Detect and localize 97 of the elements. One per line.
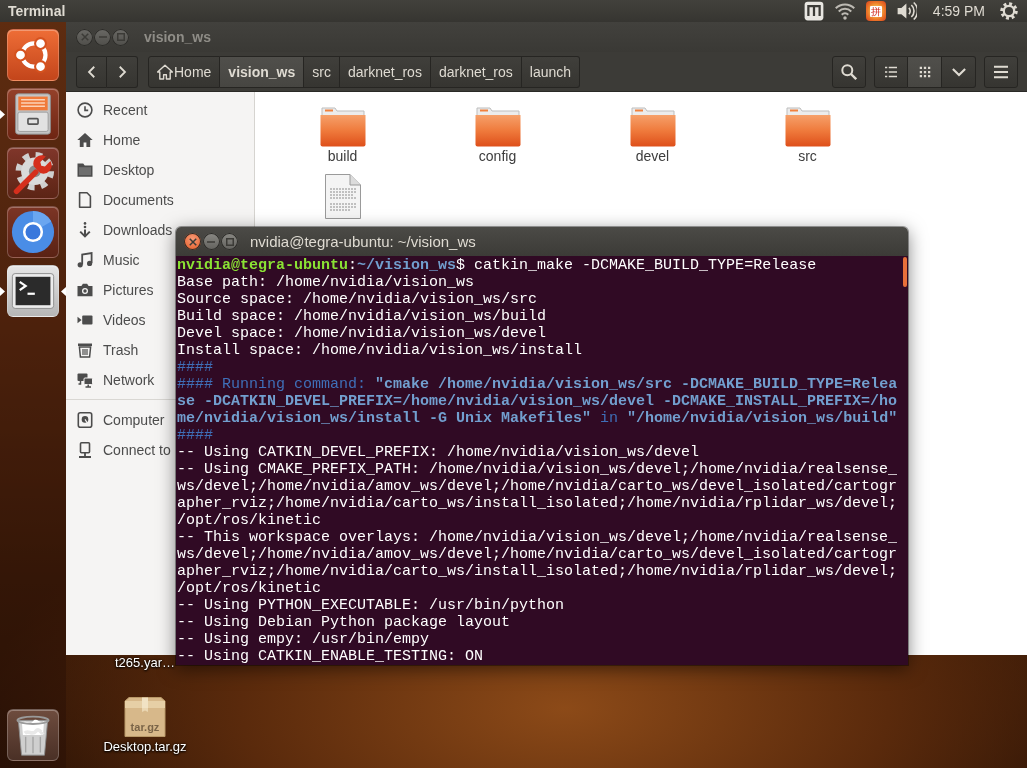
clock-icon <box>77 102 93 118</box>
sidebar-item[interactable]: Trash <box>66 335 141 365</box>
search-icon <box>841 63 857 80</box>
clock[interactable]: 4:59 PM <box>932 3 985 19</box>
terminal-line: -- Using empy: /usr/bin/empy <box>177 631 431 648</box>
terminal-line: Install space: /home/nvidia/vision_ws/install <box>177 342 584 359</box>
terminal-line: -- This workspace overlays: /home/nvidia/vision_ws/devel;/home/nvidia/realsense_ws/devel;/home/nvidia/amov_ws/devel;/home/nvidia/carto_ws/devel_isolated/cartographer_rviz;/home/nvidia/carto_ws/install_isolated;/home/nvidia/rplidar_ws/devel;/opt/ros/kinetic <box>177 529 898 597</box>
view-button[interactable] <box>908 55 942 88</box>
launcher-item[interactable] <box>7 206 59 258</box>
file-item[interactable]: config <box>470 107 525 165</box>
minimize-icon <box>98 33 107 41</box>
folder-icon <box>784 107 831 147</box>
close-icon <box>80 33 89 41</box>
close-button[interactable] <box>184 233 201 250</box>
document-icon <box>77 192 93 208</box>
desktop-icon-label[interactable]: Desktop.tar.gz <box>103 740 187 753</box>
terminal-line: -- Using Debian Python package layout <box>177 614 512 631</box>
archive-type-label: tar.gz <box>130 721 160 733</box>
sidebar-item[interactable]: Home <box>66 125 143 155</box>
view-options-button[interactable] <box>942 55 976 88</box>
menu-button[interactable] <box>984 55 1018 88</box>
path-button[interactable]: darknet_ros <box>339 55 431 88</box>
file-item[interactable]: build <box>315 107 370 165</box>
path-button[interactable]: Home <box>148 55 221 88</box>
forward-button[interactable] <box>107 55 138 88</box>
menu-icon <box>994 64 1008 79</box>
close-icon <box>188 237 197 246</box>
folder-icon <box>319 107 366 147</box>
terminal-line: -- Using CATKIN_DEVEL_PREFIX: /home/nvidia/vision_ws/devel <box>177 444 701 461</box>
file-item[interactable]: src <box>780 107 835 165</box>
window-title: nvidia@tegra-ubuntu: ~/vision_ws <box>250 233 476 250</box>
chevron-right-icon <box>116 65 128 78</box>
grid-icon <box>918 65 931 78</box>
terminal-line: #### <box>177 359 214 376</box>
terminal-line: Build space: /home/nvidia/vision_ws/build <box>177 308 548 325</box>
file-item[interactable]: devel <box>625 107 680 165</box>
terminal-line: -- Using CATKIN_ENABLE_TESTING: ON <box>177 648 485 665</box>
desktop-icon-label[interactable]: t265.yar… <box>115 656 175 669</box>
path-button[interactable]: src <box>304 55 340 88</box>
text-document-icon <box>324 174 361 219</box>
path-button[interactable]: vision_ws <box>220 55 305 88</box>
download-icon <box>77 222 93 238</box>
maximize-icon <box>225 237 234 246</box>
network-icon <box>77 372 93 388</box>
launcher-item[interactable] <box>7 88 59 140</box>
bars-box-icon[interactable] <box>803 1 824 21</box>
wifi-icon[interactable] <box>834 1 855 21</box>
home-icon <box>157 63 173 80</box>
back-button[interactable] <box>76 55 107 88</box>
input-method-indicator[interactable]: 拼 <box>865 1 886 21</box>
terminal-line: -- Using CMAKE_PREFIX_PATH: /home/nvidia/vision_ws/devel;/home/nvidia/realsense_ws/devel;/home/nvidia/amov_ws/devel;/home/nvidia/carto_ws/devel_isolated/cartographer_rviz;/home/nvidia/carto_ws/install_isolated;/home/nvidia/rplidar_ws/devel;/opt/ros/kinetic <box>177 461 898 529</box>
folder-icon <box>77 162 93 178</box>
sidebar-item[interactable]: Documents <box>66 185 176 215</box>
circle-logo-icon <box>11 210 55 254</box>
sidebar-item[interactable]: Desktop <box>66 155 157 185</box>
sidebar-item[interactable]: Recent <box>66 95 150 125</box>
sidebar-item[interactable]: Videos <box>66 305 148 335</box>
terminal-line: nvidia@tegra-ubuntu:~/vision_ws$ catkin_make -DCMAKE_BUILD_TYPE=Release <box>177 257 818 274</box>
sidebar-item[interactable]: Network <box>66 365 157 395</box>
sidebar-item[interactable]: Pictures <box>66 275 156 305</box>
window-title: vision_ws <box>144 29 211 45</box>
sidebar-item[interactable]: Computer <box>66 405 167 435</box>
home-icon <box>77 132 93 148</box>
drive-icon <box>77 412 93 428</box>
launcher-item[interactable] <box>7 265 59 317</box>
camera-icon <box>77 282 93 298</box>
path-button[interactable]: darknet_ros <box>430 55 522 88</box>
terminal-line: #### Running command: "cmake /home/nvidia/vision_ws/src -DCMAKE_BUILD_TYPE=Release -DCATKIN_DEVEL_PREFIX=/home/nvidia/vision_ws/devel -DCMAKE_INSTALL_PREFIX=/home/nvidia/vision_ws/install -G Unix Makefiles" in "/home/nvidia/vision_ws/build" <box>177 376 898 427</box>
search-button[interactable] <box>832 55 866 88</box>
folder-icon <box>629 107 676 147</box>
maximize-button[interactable] <box>221 233 238 250</box>
view-button[interactable] <box>874 55 908 88</box>
trash-icon <box>77 342 93 358</box>
monitor-icon <box>77 442 93 458</box>
sidebar-item[interactable]: Downloads <box>66 215 175 245</box>
terminal-line: -- Using PYTHON_EXECUTABLE: /usr/bin/python <box>177 597 566 614</box>
scrollbar-thumb[interactable] <box>903 257 907 287</box>
sidebar-item[interactable]: Music <box>66 245 142 275</box>
maximize-icon <box>116 33 125 41</box>
music-note-icon <box>77 252 93 268</box>
volume-icon[interactable] <box>896 1 917 21</box>
folder-icon <box>474 107 521 147</box>
path-button[interactable]: launch <box>521 55 581 88</box>
list-icon <box>885 65 897 78</box>
terminal-line: Source space: /home/nvidia/vision_ws/src <box>177 291 539 308</box>
terminal-line: Base path: /home/nvidia/vision_ws <box>177 274 476 291</box>
terminal-line: #### <box>177 427 214 444</box>
chevron-left-icon <box>85 65 98 78</box>
app-title: Terminal <box>8 3 66 19</box>
minimize-button[interactable] <box>202 233 220 250</box>
launcher-item[interactable] <box>7 709 59 761</box>
sidebar-item[interactable]: Connect to <box>66 435 173 465</box>
terminal-line: Devel space: /home/nvidia/vision_ws/devel <box>177 325 548 342</box>
cardboard-box-icon <box>123 697 167 737</box>
gear-wrench-icon <box>11 151 55 195</box>
gear-icon[interactable] <box>1000 2 1018 20</box>
launcher-item[interactable] <box>7 147 59 199</box>
